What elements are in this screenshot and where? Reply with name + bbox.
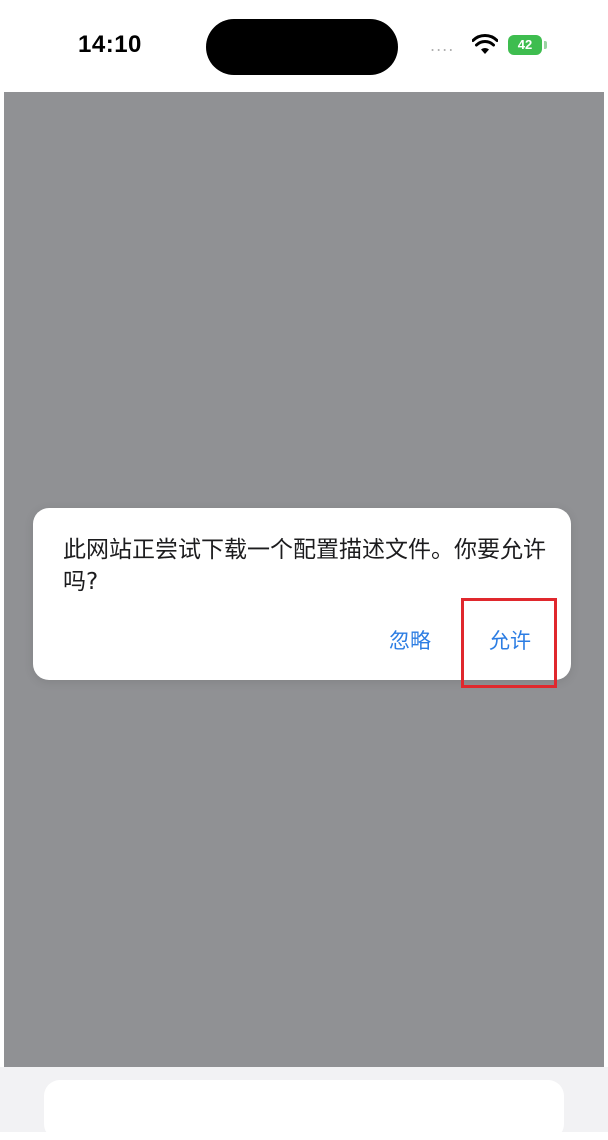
cellular-signal-icon: ....	[430, 36, 455, 55]
alert-message: 此网站正尝试下载一个配置描述文件。你要允许吗?	[63, 537, 546, 595]
ignore-button[interactable]: 忽略	[389, 624, 431, 658]
battery-icon: 42	[508, 35, 548, 57]
battery-tip	[544, 41, 547, 49]
status-bar: 14:10 .... 42	[0, 0, 608, 92]
dynamic-island	[206, 19, 398, 75]
wifi-icon	[472, 34, 498, 54]
allow-highlight-box	[461, 598, 557, 688]
address-bar[interactable]	[44, 1080, 564, 1140]
battery-level: 42	[517, 37, 533, 52]
status-time: 14:10	[78, 31, 142, 58]
